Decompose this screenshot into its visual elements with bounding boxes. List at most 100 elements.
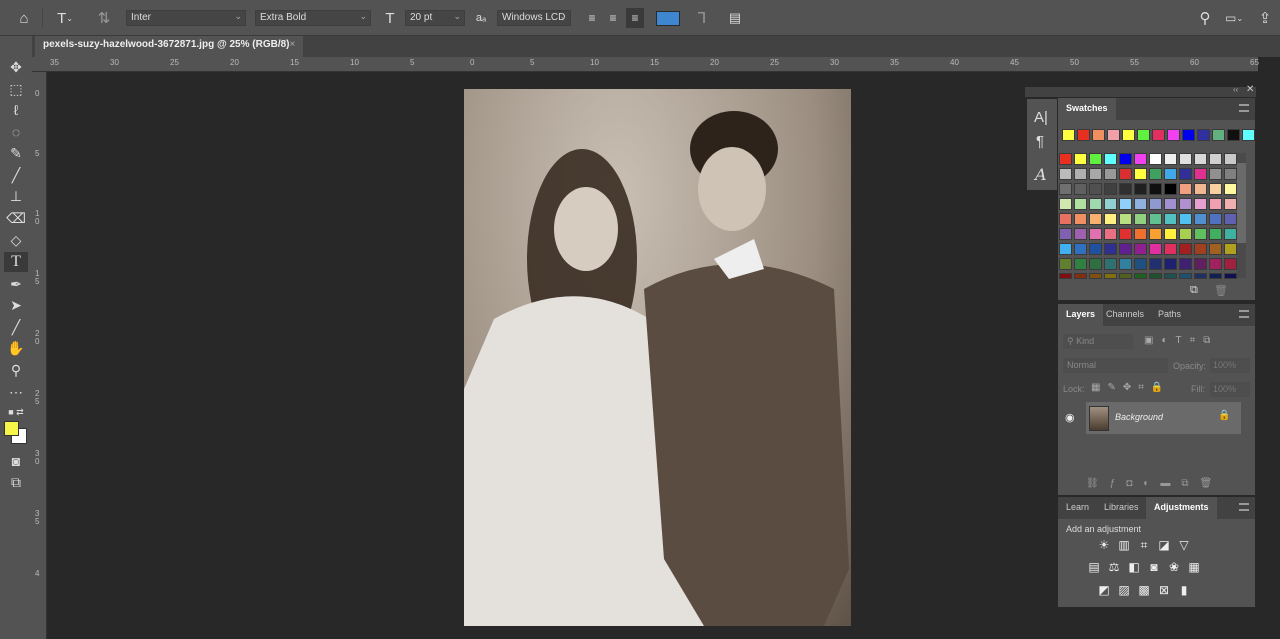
swatch[interactable] xyxy=(1209,273,1222,279)
swatch[interactable] xyxy=(1134,198,1147,210)
swatch[interactable] xyxy=(1194,213,1207,225)
swatch[interactable] xyxy=(1074,213,1087,225)
swatch[interactable] xyxy=(1149,183,1162,195)
character-panel-icon[interactable]: ▤ xyxy=(727,8,743,28)
swatch[interactable] xyxy=(1089,243,1102,255)
gradient-map-icon[interactable]: ▮ xyxy=(1177,584,1191,597)
swatch[interactable] xyxy=(1209,258,1222,270)
swatch[interactable] xyxy=(1059,183,1072,195)
quick-selection-tool-icon[interactable]: ◌ xyxy=(4,122,28,142)
swatch[interactable] xyxy=(1059,273,1072,279)
swatch[interactable] xyxy=(1062,129,1075,141)
swatch[interactable] xyxy=(1119,153,1132,165)
swatch[interactable] xyxy=(1209,213,1222,225)
color-balance-icon[interactable]: ⚖ xyxy=(1107,561,1121,574)
swatch[interactable] xyxy=(1074,153,1087,165)
tab-channels[interactable]: Channels xyxy=(1098,304,1152,326)
swatch[interactable] xyxy=(1077,129,1090,141)
search-icon[interactable]: ⚲ xyxy=(1196,8,1214,28)
font-size-select[interactable]: 20 pt ⌄ xyxy=(405,10,465,26)
swatch[interactable] xyxy=(1179,228,1192,240)
marquee-tool-icon[interactable]: ⬚ xyxy=(4,79,28,99)
swatch[interactable] xyxy=(1164,198,1177,210)
path-selection-tool-icon[interactable]: ➤ xyxy=(4,295,28,315)
layer-lock-icon[interactable]: 🔒 xyxy=(1218,410,1230,421)
eraser-tool-icon[interactable]: ⌫ xyxy=(4,208,28,228)
glyphs-panel-icon[interactable]: A xyxy=(1035,165,1047,184)
swatch[interactable] xyxy=(1164,243,1177,255)
swatch[interactable] xyxy=(1149,198,1162,210)
swatch[interactable] xyxy=(1149,213,1162,225)
screen-mode-icon[interactable]: ⧉ xyxy=(4,472,28,492)
swatch[interactable] xyxy=(1224,228,1237,240)
swatch[interactable] xyxy=(1164,213,1177,225)
foreground-color-swatch[interactable] xyxy=(4,421,19,436)
swatch[interactable] xyxy=(1074,168,1087,180)
swatch[interactable] xyxy=(1152,129,1165,141)
swatch[interactable] xyxy=(1194,243,1207,255)
posterize-icon[interactable]: ▨ xyxy=(1117,584,1131,597)
swatch[interactable] xyxy=(1209,183,1222,195)
swatch[interactable] xyxy=(1179,153,1192,165)
swatch[interactable] xyxy=(1164,168,1177,180)
share-icon[interactable]: ⇪ xyxy=(1256,8,1274,28)
swatch[interactable] xyxy=(1164,228,1177,240)
swap-colors-icon[interactable]: ■ ⇄ xyxy=(4,402,28,422)
swatch[interactable] xyxy=(1224,243,1237,255)
invert-icon[interactable]: ◩ xyxy=(1097,584,1111,597)
color-lookup-icon[interactable]: ▦ xyxy=(1187,561,1201,574)
swatch[interactable] xyxy=(1104,153,1117,165)
tab-layers[interactable]: Layers xyxy=(1058,304,1104,326)
swatch[interactable] xyxy=(1089,198,1102,210)
swatch[interactable] xyxy=(1119,198,1132,210)
swatch[interactable] xyxy=(1059,153,1072,165)
more-tools-icon[interactable]: ⋯ xyxy=(4,382,28,402)
swatch[interactable] xyxy=(1179,198,1192,210)
tab-libraries[interactable]: Libraries xyxy=(1096,497,1147,519)
swatch[interactable] xyxy=(1092,129,1105,141)
swatch[interactable] xyxy=(1194,183,1207,195)
align-center-icon[interactable]: ≡ xyxy=(605,8,621,28)
character-panel-icon[interactable]: A| xyxy=(1034,109,1048,126)
swatch[interactable] xyxy=(1104,228,1117,240)
quick-mask-icon[interactable]: ◙ xyxy=(4,451,28,471)
paint-bucket-tool-icon[interactable]: ◇ xyxy=(4,230,28,250)
swatch[interactable] xyxy=(1209,168,1222,180)
swatch[interactable] xyxy=(1089,258,1102,270)
swatch[interactable] xyxy=(1119,183,1132,195)
swatch[interactable] xyxy=(1119,228,1132,240)
swatch[interactable] xyxy=(1179,258,1192,270)
swatch[interactable] xyxy=(1059,168,1072,180)
fill-input[interactable]: 100% xyxy=(1210,382,1250,397)
swatch[interactable] xyxy=(1074,228,1087,240)
swatch[interactable] xyxy=(1119,168,1132,180)
swatch[interactable] xyxy=(1119,213,1132,225)
toggle-text-orientation-icon[interactable]: ⇅ xyxy=(94,8,114,28)
swatch[interactable] xyxy=(1134,168,1147,180)
tab-learn[interactable]: Learn xyxy=(1058,497,1097,519)
swatch[interactable] xyxy=(1089,153,1102,165)
eyedropper-tool-icon[interactable]: ✎ xyxy=(4,143,28,163)
swatch[interactable] xyxy=(1164,153,1177,165)
swatch[interactable] xyxy=(1164,258,1177,270)
swatch[interactable] xyxy=(1179,273,1192,279)
swatch[interactable] xyxy=(1074,273,1087,279)
swatch[interactable] xyxy=(1149,153,1162,165)
collapse-panels-icon[interactable]: ‹‹ xyxy=(1233,85,1238,94)
visibility-eye-icon[interactable]: ◉ xyxy=(1065,411,1075,424)
swatch[interactable] xyxy=(1134,183,1147,195)
swatch[interactable] xyxy=(1149,243,1162,255)
move-tool-icon[interactable]: ✥ xyxy=(4,57,28,77)
swatch[interactable] xyxy=(1074,198,1087,210)
swatch[interactable] xyxy=(1137,129,1150,141)
swatch[interactable] xyxy=(1182,129,1195,141)
swatch[interactable] xyxy=(1104,183,1117,195)
panel-menu-icon[interactable] xyxy=(1239,310,1249,318)
swatch[interactable] xyxy=(1179,213,1192,225)
type-tool-icon[interactable]: T xyxy=(4,252,28,272)
swatch[interactable] xyxy=(1119,243,1132,255)
canvas-image[interactable] xyxy=(464,89,851,626)
swatch[interactable] xyxy=(1194,168,1207,180)
swatch[interactable] xyxy=(1059,243,1072,255)
curves-icon[interactable]: ⌗ xyxy=(1137,539,1151,552)
